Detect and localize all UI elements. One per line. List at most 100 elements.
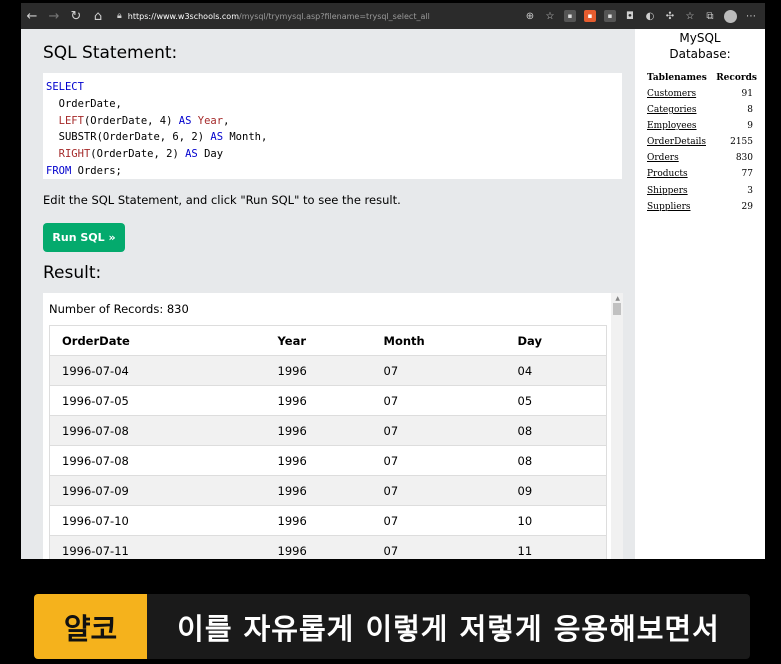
table-cell: 07: [371, 505, 506, 536]
table-cell: 11: [505, 535, 607, 559]
record-count-value: 830: [735, 153, 753, 164]
profile-icon[interactable]: [724, 9, 737, 23]
sql-title: SQL Statement:: [43, 43, 178, 63]
list-item[interactable]: Categories 8: [647, 105, 753, 121]
column-header: Year: [265, 325, 372, 356]
lock-icon: 🔒︎: [117, 11, 122, 21]
column-header: Month: [371, 325, 506, 356]
table-row: 1996-07-04 1996 07 04: [49, 355, 607, 386]
table-cell: 1996-07-08: [49, 445, 266, 476]
code-alias: Year: [197, 114, 224, 127]
table-cell: 1996: [265, 385, 372, 416]
forward-icon[interactable]: →: [43, 5, 65, 27]
table-cell: 07: [371, 535, 506, 559]
list-item[interactable]: Suppliers 29: [647, 202, 753, 218]
favorites-list-icon[interactable]: ☆: [684, 10, 696, 22]
record-count-value: 8: [747, 105, 753, 116]
code-text: Day: [197, 148, 224, 161]
list-item[interactable]: Shippers 3: [647, 186, 753, 202]
table-cell: 1996: [265, 445, 372, 476]
record-count-value: 29: [741, 201, 753, 212]
extension-icon[interactable]: ▪: [564, 10, 576, 22]
record-count: Number of Records: 830: [49, 302, 189, 316]
record-count-value: 3: [747, 185, 753, 196]
code-text: Orders;: [71, 164, 122, 177]
code-text: ,: [223, 114, 230, 127]
code-line: OrderDate,: [46, 97, 122, 110]
run-sql-button[interactable]: Run SQL »: [43, 223, 125, 252]
extension-icon[interactable]: ◐: [644, 10, 656, 22]
favorite-icon[interactable]: ☆: [544, 10, 556, 22]
code-function: RIGHT: [58, 148, 91, 161]
table-row: 1996-07-05 1996 07 05: [49, 385, 607, 416]
table-cell: 04: [505, 355, 607, 386]
result-table: OrderDate Year Month Day 1996-07-04 1996…: [49, 325, 607, 559]
table-cell: 1996-07-08: [49, 415, 266, 446]
editor-panel: SQL Statement: SELECT OrderDate, LEFT(Or…: [21, 29, 635, 559]
table-cell: 10: [505, 505, 607, 536]
database-title: MySQL Database:: [635, 30, 765, 62]
table-row: 1996-07-11 1996 07 11: [49, 535, 607, 559]
table-cell: 1996: [265, 355, 372, 386]
home-icon[interactable]: ⌂: [87, 5, 109, 27]
code-keyword: AS: [178, 114, 192, 127]
list-item[interactable]: Employees 9: [647, 121, 753, 137]
table-link[interactable]: Products: [647, 169, 688, 185]
result-scrollbar[interactable]: ▲: [611, 293, 623, 559]
table-cell: 1996-07-05: [49, 385, 266, 416]
table-row: 1996-07-10 1996 07 10: [49, 505, 607, 536]
table-cell: 1996-07-04: [49, 355, 266, 386]
zoom-icon[interactable]: ⊕: [524, 10, 536, 22]
scroll-thumb[interactable]: [613, 303, 621, 315]
browser-toolbar: ← → ↻ ⌂ 🔒︎ https://www.w3schools.com /my…: [21, 3, 765, 29]
table-link[interactable]: OrderDetails: [647, 137, 706, 153]
list-item[interactable]: Products 77: [647, 169, 753, 185]
table-row: 1996-07-08 1996 07 08: [49, 445, 607, 476]
page: SQL Statement: SELECT OrderDate, LEFT(Or…: [21, 29, 765, 559]
url-path: /mysql/trymysql.asp?filename=trysql_sele…: [239, 11, 430, 21]
collections-icon[interactable]: ⧉: [704, 10, 716, 22]
code-text: (OrderDate, 2): [90, 148, 186, 161]
sql-editor[interactable]: SELECT OrderDate, LEFT(OrderDate, 4) AS …: [43, 73, 622, 179]
reload-icon[interactable]: ↻: [65, 5, 87, 27]
table-cell: 07: [371, 385, 506, 416]
list-item[interactable]: Customers 91: [647, 89, 753, 105]
column-header: OrderDate: [49, 325, 266, 356]
more-icon[interactable]: ⋯: [745, 10, 757, 22]
scroll-up-icon[interactable]: ▲: [615, 295, 620, 302]
table-link[interactable]: Customers: [647, 89, 696, 105]
list-item[interactable]: Orders 830: [647, 153, 753, 169]
table-link[interactable]: Orders: [647, 153, 679, 169]
records-header: Records: [716, 73, 757, 83]
instruction-text: Edit the SQL Statement, and click "Run S…: [43, 193, 401, 207]
table-link[interactable]: Categories: [647, 105, 697, 121]
code-text: (OrderDate, 4): [83, 114, 179, 127]
table-cell: 1996-07-11: [49, 535, 266, 559]
puzzle-icon[interactable]: ✣: [664, 10, 676, 22]
code-keyword: AS: [185, 148, 198, 161]
table-cell: 09: [505, 475, 607, 506]
code-text: SUBSTR(OrderDate, 6, 2): [46, 131, 211, 144]
table-link[interactable]: Shippers: [647, 186, 688, 202]
table-link[interactable]: Suppliers: [647, 202, 691, 218]
list-item[interactable]: OrderDetails 2155: [647, 137, 753, 153]
record-count-value: 77: [741, 169, 753, 180]
result-panel[interactable]: Number of Records: 830 OrderDate Year Mo…: [43, 293, 623, 559]
table-cell: 1996: [265, 415, 372, 446]
back-icon[interactable]: ←: [21, 5, 43, 27]
shield-icon[interactable]: ◘: [624, 10, 636, 22]
record-count-value: 9: [747, 121, 753, 132]
table-cell: 05: [505, 385, 607, 416]
extension-icon[interactable]: ▪: [584, 10, 596, 22]
extension-icon[interactable]: ▪: [604, 10, 616, 22]
database-title-line: MySQL: [679, 31, 721, 45]
table-row: 1996-07-09 1996 07 09: [49, 475, 607, 506]
table-cell: 1996: [265, 505, 372, 536]
record-count-value: 2155: [730, 137, 753, 148]
table-link[interactable]: Employees: [647, 121, 697, 137]
code-text: Month,: [223, 131, 268, 144]
code-keyword: AS: [210, 131, 224, 144]
address-bar[interactable]: 🔒︎ https://www.w3schools.com /mysql/trym…: [117, 6, 467, 26]
result-title: Result:: [43, 263, 102, 283]
database-panel: MySQL Database: Tablenames Records Custo…: [635, 29, 765, 559]
